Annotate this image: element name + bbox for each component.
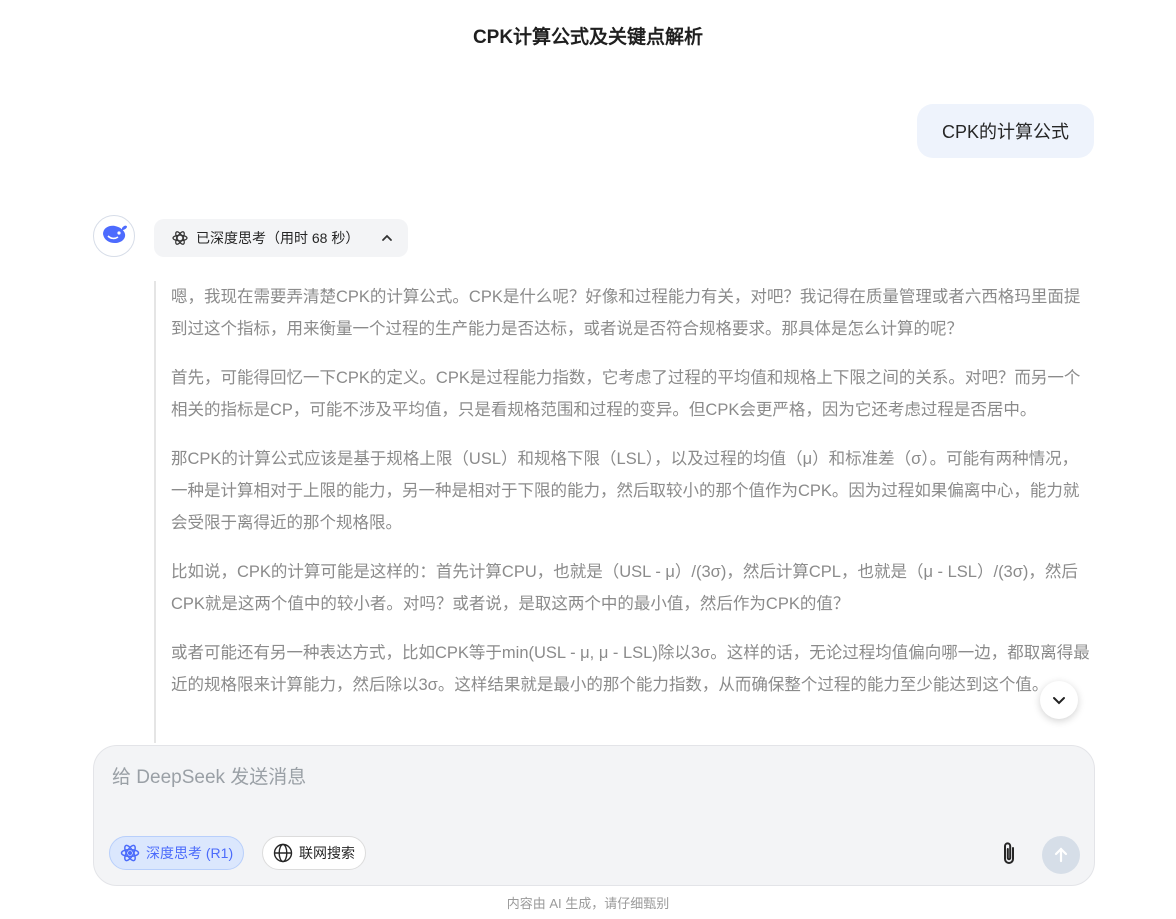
attach-file-button[interactable]: [994, 839, 1024, 869]
thinking-label: 已深度思考（用时 68 秒）: [196, 230, 360, 246]
chevron-up-icon: [380, 231, 394, 245]
thinking-content: 嗯，我现在需要弄清楚CPK的计算公式。CPK是什么呢？好像和过程能力有关，对吧？…: [154, 281, 1094, 743]
deep-think-toggle[interactable]: 深度思考 (R1): [109, 836, 245, 870]
user-message-bubble: CPK的计算公式: [916, 104, 1094, 158]
assistant-avatar: [93, 215, 135, 257]
thought-paragraph: 或者可能还有另一种表达方式，比如CPK等于min(USL - μ, μ - LS…: [171, 644, 1090, 694]
chevron-down-icon: [1050, 691, 1068, 709]
deepseek-whale-icon: [100, 222, 128, 251]
scroll-to-bottom-button[interactable]: [1040, 681, 1078, 719]
send-button[interactable]: [1042, 836, 1080, 874]
thought-paragraph: 那CPK的计算公式应该是基于规格上限（USL）和规格下限（LSL），以及过程的均…: [171, 450, 1080, 532]
thought-paragraph: 首先，可能得回忆一下CPK的定义。CPK是过程能力指数，它考虑了过程的平均值和规…: [171, 369, 1081, 419]
thought-paragraph: 比如说，CPK的计算可能是这样的：首先计算CPU，也就是（USL - μ）/(3…: [171, 563, 1078, 613]
web-search-label: 联网搜索: [299, 845, 355, 861]
thinking-toggle[interactable]: 已深度思考（用时 68 秒）: [154, 219, 408, 257]
message-input[interactable]: [110, 760, 1074, 814]
thought-paragraph: 嗯，我现在需要弄清楚CPK的计算公式。CPK是什么呢？好像和过程能力有关，对吧？…: [171, 288, 1081, 338]
web-search-toggle[interactable]: 联网搜索: [262, 836, 366, 870]
message-composer: 深度思考 (R1) 联网搜索: [93, 745, 1095, 886]
atom-icon: [120, 843, 140, 863]
user-message-text: CPK的计算公式: [941, 122, 1069, 142]
ai-disclaimer: 内容由 AI 生成，请仔细甄别: [506, 896, 670, 911]
arrow-up-icon: [1052, 846, 1070, 864]
atom-icon: [172, 230, 188, 246]
paperclip-icon: [997, 840, 1021, 868]
globe-icon: [273, 843, 293, 863]
page-title: CPK计算公式及关键点解析: [472, 27, 704, 48]
deep-think-label: 深度思考 (R1): [146, 845, 234, 861]
